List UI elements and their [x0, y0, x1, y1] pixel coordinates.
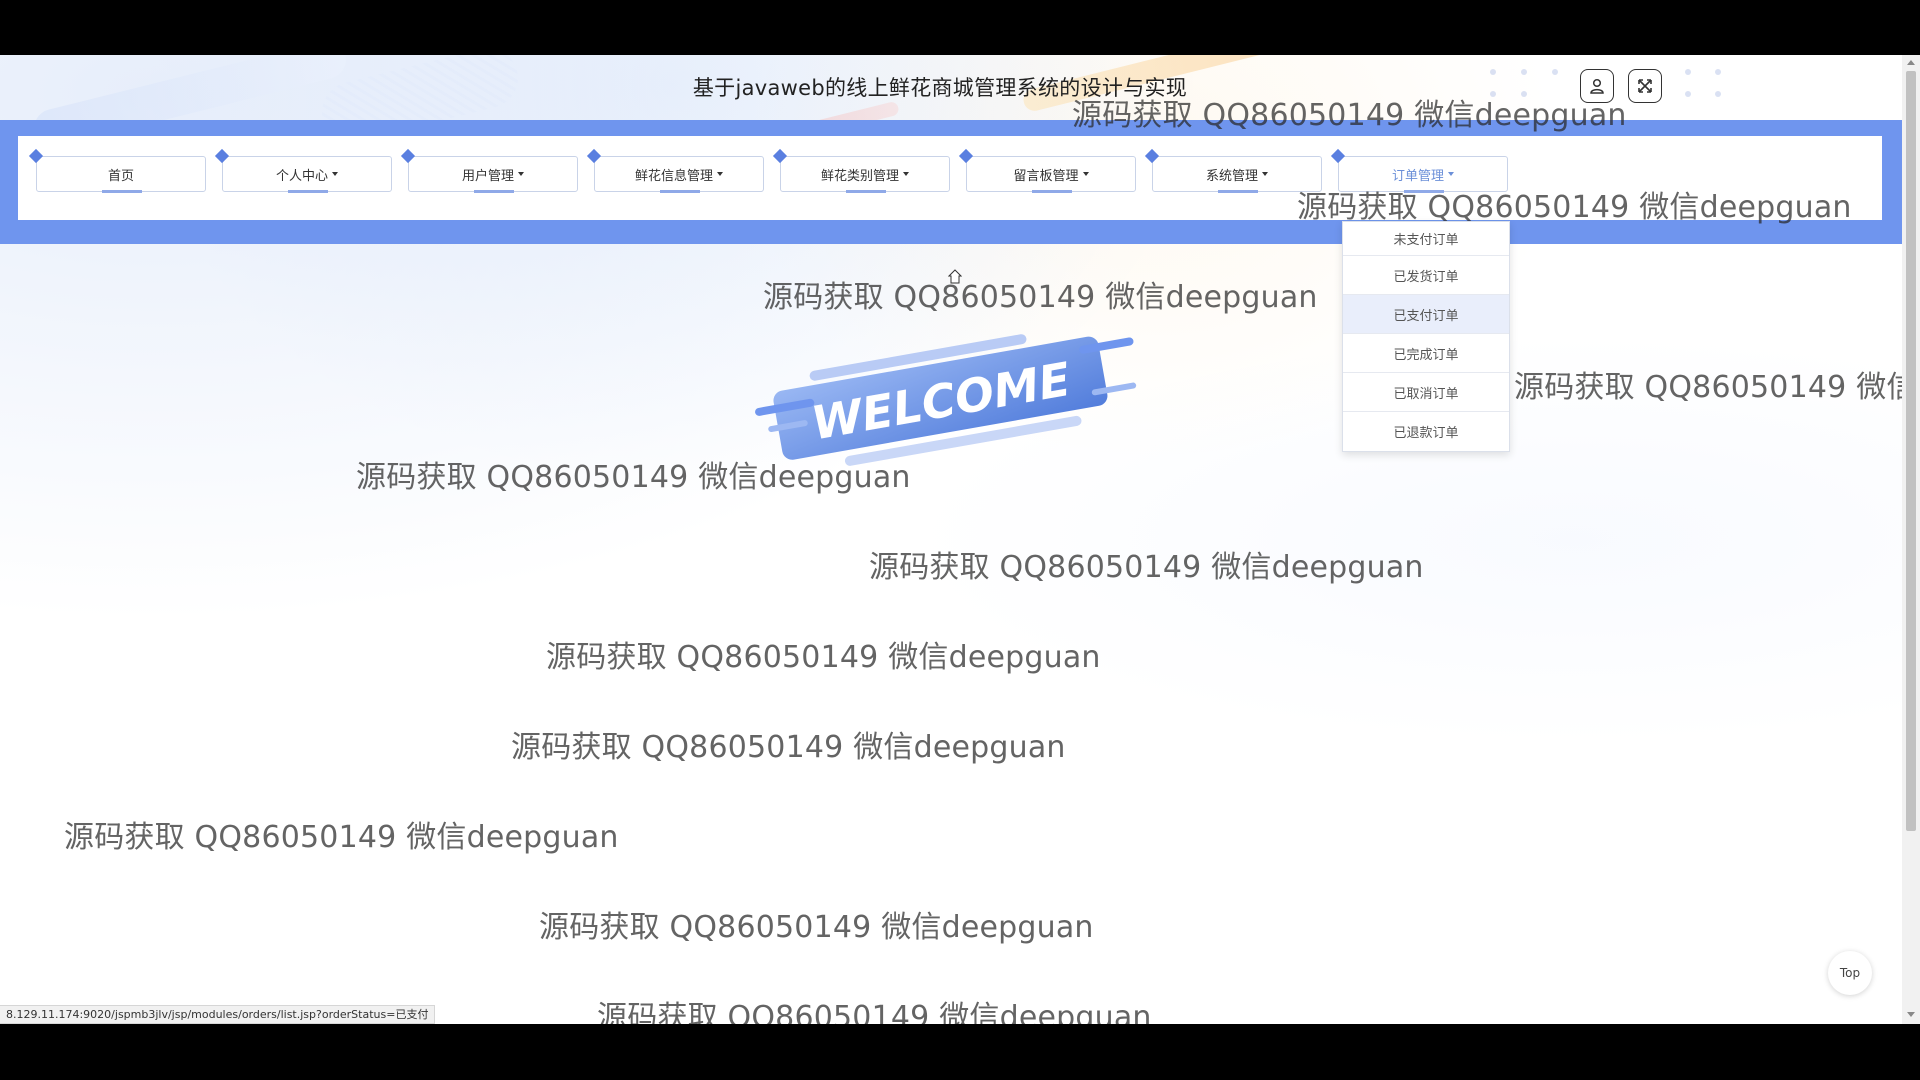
caret-down-icon — [332, 172, 338, 176]
caret-down-icon — [717, 172, 723, 176]
nav-item-label: 鲜花信息管理 — [634, 168, 713, 184]
fullscreen-button[interactable] — [1628, 69, 1662, 103]
underline-decoration — [288, 190, 328, 193]
nav-item-label: 首页 — [107, 168, 134, 184]
caret-down-icon — [1262, 172, 1268, 176]
scroll-up-icon[interactable] — [1907, 60, 1915, 65]
watermark-text: 源码获取 QQ86050149 微信deepguan — [1072, 98, 1627, 133]
watermark-text: 源码获取 QQ86050149 微信deepguan — [546, 640, 1101, 675]
caret-down-icon — [1448, 172, 1454, 176]
diamond-icon — [958, 148, 974, 164]
watermark-text: 源码获取 QQ86050149 微信deepguan — [64, 820, 619, 855]
vertical-scrollbar[interactable] — [1902, 55, 1920, 1024]
dropdown-item[interactable]: 已退款订单 — [1343, 412, 1509, 451]
dropdown-item[interactable]: 已支付订单 — [1343, 295, 1509, 334]
nav-item-label: 留言板管理 — [1013, 168, 1079, 184]
watermark-text: 源码获取 QQ86050149 微信deepguan — [539, 910, 1094, 945]
underline-decoration — [660, 190, 700, 193]
diamond-icon — [1144, 148, 1160, 164]
diamond-icon — [214, 148, 230, 164]
nav-item-5[interactable]: 留言板管理 — [958, 148, 1136, 193]
dropdown-item[interactable]: 已取消订单 — [1343, 373, 1509, 412]
browser-viewport: 基于javaweb的线上鲜花商城管理系统的设计与实现 首页 个人中心 用户管理 鲜花信… — [0, 55, 1920, 1024]
dropdown-item[interactable]: 已发货订单 — [1343, 256, 1509, 295]
watermark-text: 源码获取 QQ86050149 微信deepguan — [763, 280, 1318, 315]
watermark-text: 源码获取 QQ86050149 微信deepguan — [511, 730, 1066, 765]
nav-item-label: 鲜花类别管理 — [820, 168, 899, 184]
nav-item-label: 系统管理 — [1205, 168, 1258, 184]
underline-decoration — [102, 190, 142, 193]
nav-item-label: 用户管理 — [461, 168, 514, 184]
watermark-text: 源码获取 QQ86050149 微信deepguan — [869, 550, 1424, 585]
underline-decoration — [1218, 190, 1258, 193]
caret-down-icon — [518, 172, 524, 176]
dropdown-item[interactable]: 未支付订单 — [1343, 222, 1509, 256]
underline-decoration — [846, 190, 886, 193]
caret-down-icon — [1082, 172, 1089, 176]
watermark-text: 源码获取 QQ86050149 微信deepguan — [1514, 370, 1920, 405]
watermark-text: 源码获取 QQ86050149 微信deepguan — [597, 1000, 1152, 1024]
nav-item-1[interactable]: 个人中心 — [214, 148, 392, 193]
underline-decoration — [1032, 190, 1072, 193]
scroll-down-icon[interactable] — [1907, 1012, 1915, 1017]
nav-item-label: 订单管理 — [1391, 168, 1444, 184]
scrollbar-thumb[interactable] — [1906, 71, 1916, 831]
status-bar-url: 8.129.11.174:9020/jspmb3jlv/jsp/modules/… — [0, 1005, 436, 1024]
diamond-icon — [1330, 148, 1346, 164]
diamond-icon — [400, 148, 416, 164]
watermark-text: 源码获取 QQ86050149 微信deepguan — [356, 460, 911, 495]
nav-item-4[interactable]: 鲜花类别管理 — [772, 148, 950, 193]
fullscreen-toggle-icon — [1638, 79, 1652, 93]
orders-dropdown-menu: 未支付订单 已发货订单 已支付订单 已完成订单 已取消订单 已退款订单 — [1342, 221, 1510, 452]
dropdown-item[interactable]: 已完成订单 — [1343, 334, 1509, 373]
watermark-text: 源码获取 QQ86050149 微信deepguan — [1297, 190, 1852, 225]
nav-item-2[interactable]: 用户管理 — [400, 148, 578, 193]
caret-down-icon — [903, 172, 909, 176]
nav-item-0[interactable]: 首页 — [28, 148, 206, 193]
nav-item-label: 个人中心 — [275, 168, 328, 184]
underline-decoration — [474, 190, 514, 193]
nav-item-3[interactable]: 鲜花信息管理 — [586, 148, 764, 193]
diamond-icon — [28, 148, 44, 164]
welcome-banner-image: WELCOME — [755, 334, 1137, 466]
diamond-icon — [586, 148, 602, 164]
back-to-top-button[interactable]: Top — [1828, 951, 1872, 995]
diamond-icon — [772, 148, 788, 164]
